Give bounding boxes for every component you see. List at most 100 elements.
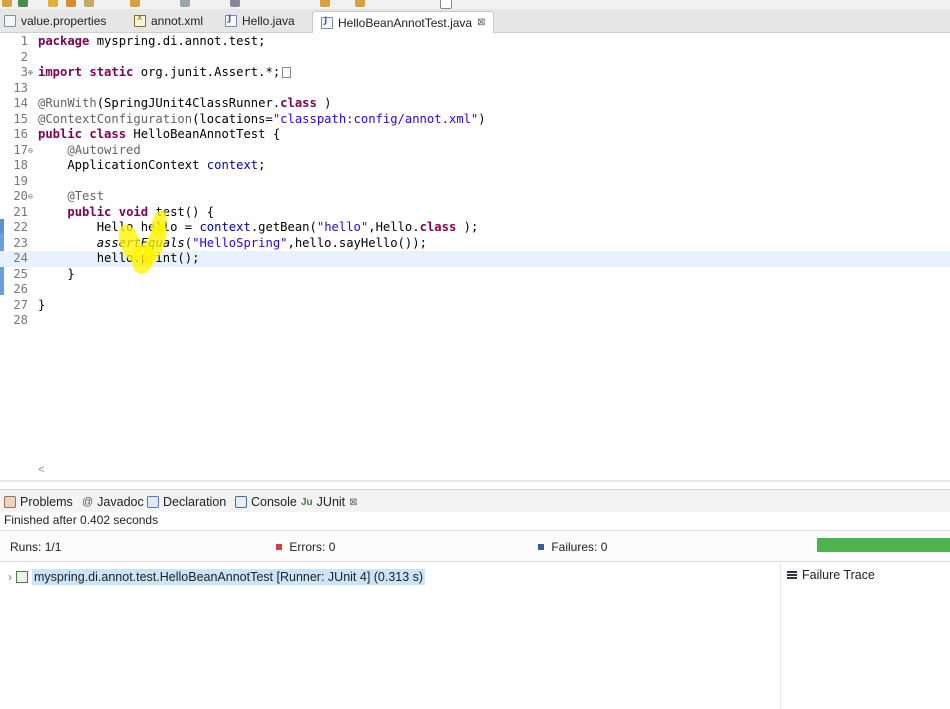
line-number: 21 xyxy=(13,204,28,219)
code-line[interactable]: 20 ⊖ @Test xyxy=(0,189,950,205)
editor-tab-bar: value.properties annot.xml Hello.java He… xyxy=(0,9,950,33)
tab-console[interactable]: Console xyxy=(235,493,297,511)
code-line[interactable]: 19 xyxy=(0,174,950,190)
error-icon xyxy=(276,544,282,550)
console-icon xyxy=(235,496,247,508)
code-line[interactable]: 3 ⊕ import static org.junit.Assert.*; xyxy=(0,65,950,81)
folded-import-icon[interactable] xyxy=(282,67,292,78)
fold-toggle-icon[interactable]: ⊕ xyxy=(28,65,33,81)
line-number: 20 xyxy=(13,189,28,203)
line-number: 1 xyxy=(20,34,28,48)
tab-label: annot.xml xyxy=(151,14,204,28)
code-text: @Autowired xyxy=(67,142,141,157)
code-line[interactable]: 22 Hello hello = context.getBean("hello"… xyxy=(0,220,950,236)
runs-label: Runs: xyxy=(10,540,42,554)
code-line[interactable]: 16 public class HelloBeanAnnotTest { xyxy=(0,127,950,143)
tab-label: Hello.java xyxy=(242,14,295,28)
code-line[interactable]: 2 xyxy=(0,50,950,66)
tab-javadoc[interactable]: @ Javadoc xyxy=(82,493,144,511)
junit-test-suite-row[interactable]: › myspring.di.annot.test.HelloBeanAnnotT… xyxy=(8,568,426,586)
line-number: 2 xyxy=(20,49,28,64)
scroll-left-icon[interactable]: < xyxy=(38,464,44,476)
runs-counter: Runs: 1/1 xyxy=(10,540,61,554)
tab-hellobeanannottest-java[interactable]: HelloBeanAnnotTest.java ⊠ xyxy=(312,11,495,33)
main-toolbar xyxy=(0,0,950,9)
tab-declaration[interactable]: Declaration xyxy=(147,493,226,511)
line-number: 23 xyxy=(13,235,28,250)
toolbar-icon[interactable] xyxy=(48,0,58,7)
toolbar-icon[interactable] xyxy=(18,0,28,7)
junit-counters: Runs: 1/1 Errors: 0 Failures: 0 xyxy=(0,530,950,562)
tab-label: HelloBeanAnnotTest.java xyxy=(338,15,473,30)
line-number: 28 xyxy=(13,313,28,327)
line-number: 17 xyxy=(13,142,28,157)
line-number: 14 xyxy=(13,96,28,110)
code-line[interactable]: 18 ApplicationContext context; xyxy=(0,158,950,174)
toolbar-icon[interactable] xyxy=(355,0,365,7)
tab-label: JUnit xyxy=(316,495,346,509)
line-number: 27 xyxy=(13,297,28,312)
failure-trace-label: Failure Trace xyxy=(802,568,875,582)
java-file-icon xyxy=(321,16,333,29)
tab-junit[interactable]: Ju JUnit ⊠ xyxy=(301,493,358,511)
java-file-icon xyxy=(225,14,237,27)
errors-value: 0 xyxy=(328,540,336,554)
code-line[interactable]: 21 public void test() { xyxy=(0,205,950,221)
tab-value-properties[interactable]: value.properties xyxy=(4,11,106,31)
code-line[interactable]: 1 package myspring.di.annot.test; xyxy=(0,34,950,50)
pane-splitter[interactable] xyxy=(780,562,781,709)
code-line[interactable]: 27} xyxy=(0,298,950,314)
code-text: import static org.junit.Assert.*; xyxy=(38,65,292,81)
code-text: hello.print(); xyxy=(38,251,200,265)
tab-label: Console xyxy=(251,495,297,509)
code-text: public class HelloBeanAnnotTest { xyxy=(38,127,281,141)
code-text: @RunWith(SpringJUnit4ClassRunner.class ) xyxy=(38,96,332,110)
tab-label: Problems xyxy=(20,495,73,509)
toolbar-icon[interactable] xyxy=(2,0,12,7)
line-number: 24 xyxy=(13,251,28,265)
code-text: package myspring.di.annot.test; xyxy=(38,34,266,48)
code-text: } xyxy=(38,297,46,312)
tab-problems[interactable]: Problems xyxy=(4,493,73,511)
tab-hello-java[interactable]: Hello.java xyxy=(225,11,295,31)
code-line[interactable]: 14 @RunWith(SpringJUnit4ClassRunner.class… xyxy=(0,96,950,112)
xml-file-icon xyxy=(134,13,146,27)
expand-icon[interactable]: › xyxy=(8,570,12,584)
tab-label: Javadoc xyxy=(97,495,144,509)
toolbar-icon[interactable] xyxy=(320,0,330,7)
code-line[interactable]: 15 @ContextConfiguration(locations="class… xyxy=(0,112,950,128)
fold-toggle-icon[interactable]: ⊖ xyxy=(28,189,33,205)
toolbar-icon[interactable] xyxy=(84,0,94,7)
horizontal-scrollbar[interactable] xyxy=(0,480,950,482)
code-line[interactable]: 28 xyxy=(0,313,950,329)
errors-label: Errors: xyxy=(289,540,326,554)
line-number: 15 xyxy=(13,111,28,126)
code-line[interactable]: 26 xyxy=(0,282,950,298)
junit-icon: Ju xyxy=(301,496,313,508)
toolbar-icon[interactable] xyxy=(230,0,240,7)
code-line[interactable]: 17 ⊖ @Autowired xyxy=(0,143,950,159)
junit-progress-bar xyxy=(817,538,950,552)
failures-value: 0 xyxy=(600,540,608,554)
errors-counter: Errors: 0 xyxy=(276,540,335,554)
code-line[interactable]: 13 xyxy=(0,81,950,97)
line-number: 13 xyxy=(13,80,28,95)
code-text: ApplicationContext context; xyxy=(38,158,266,172)
line-number: 22 xyxy=(13,220,28,234)
toolbar-icon[interactable] xyxy=(66,0,76,7)
toolbar-icon[interactable] xyxy=(180,0,190,7)
test-suite-label: myspring.di.annot.test.HelloBeanAnnotTes… xyxy=(32,569,426,585)
tab-annot-xml[interactable]: annot.xml xyxy=(134,11,203,31)
line-number: 16 xyxy=(13,127,28,141)
properties-file-icon xyxy=(4,15,16,27)
close-icon[interactable]: ⊠ xyxy=(477,17,485,28)
toolbar-icon[interactable] xyxy=(130,0,140,7)
code-text: @ContextConfiguration(locations="classpa… xyxy=(38,111,486,126)
line-number: 19 xyxy=(13,173,28,188)
failures-counter: Failures: 0 xyxy=(538,540,607,554)
tab-label: Declaration xyxy=(163,495,227,509)
failure-trace-header: Failure Trace xyxy=(787,568,875,582)
close-icon[interactable]: ⊠ xyxy=(349,497,357,508)
toolbar-icon[interactable] xyxy=(440,0,452,9)
fold-toggle-icon[interactable]: ⊖ xyxy=(28,143,33,159)
